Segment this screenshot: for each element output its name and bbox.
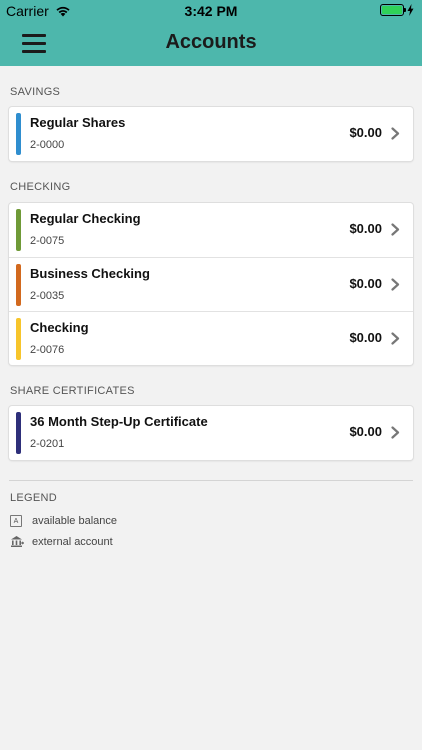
page-title: Accounts [165,31,257,53]
account-number: 2-0201 [30,438,65,450]
app-header: Carrier 3:42 PM Accounts [0,0,422,66]
account-color-bar [16,318,21,360]
section-label-share-certificates: SHARE CERTIFICATES [10,385,135,397]
bank-icon [11,536,24,547]
chevron-right-icon [391,332,400,345]
chevron-right-icon [391,127,400,140]
savings-card: Regular Shares 2-0000 $0.00 [9,107,413,161]
account-name: Checking [30,320,89,335]
account-number: 2-0076 [30,344,65,356]
chevron-right-icon [391,223,400,236]
status-time: 3:42 PM [184,3,238,19]
account-balance: $0.00 [349,330,382,345]
account-color-bar [16,412,21,454]
account-number: 2-0075 [30,235,65,247]
status-bar: Carrier 3:42 PM [0,0,422,22]
legend-item-external-account: external account [10,535,113,548]
account-row-regular-checking[interactable]: Regular Checking 2-0075 $0.00 [9,203,413,257]
chevron-right-icon [391,278,400,291]
account-balance: $0.00 [349,424,382,439]
section-label-savings: SAVINGS [10,86,61,98]
battery-icon [380,4,406,16]
legend-item-available-balance: A available balance [10,515,117,527]
account-name: 36 Month Step-Up Certificate [30,414,208,429]
chevron-right-icon [391,426,400,439]
account-balance: $0.00 [349,221,382,236]
account-row-checking[interactable]: Checking 2-0076 $0.00 [9,311,413,365]
available-balance-icon: A [10,515,22,527]
account-balance: $0.00 [349,276,382,291]
legend-text: available balance [32,515,118,527]
legend-label: LEGEND [10,492,58,504]
account-row-step-up-certificate[interactable]: 36 Month Step-Up Certificate 2-0201 $0.0… [9,406,413,460]
checking-card: Regular Checking 2-0075 $0.00 Business C… [9,203,413,365]
nav-bar: Accounts [0,22,422,66]
status-right [380,4,414,16]
account-name: Business Checking [30,266,150,281]
legend-text: external account [32,535,113,548]
account-number: 2-0035 [30,290,65,302]
account-color-bar [16,264,21,306]
account-balance: $0.00 [349,125,382,140]
legend-divider [9,480,413,481]
section-label-checking: CHECKING [10,181,71,193]
account-row-business-checking[interactable]: Business Checking 2-0035 $0.00 [9,257,413,311]
account-row-regular-shares[interactable]: Regular Shares 2-0000 $0.00 [9,107,413,161]
charging-bolt-icon [407,4,414,16]
certificates-card: 36 Month Step-Up Certificate 2-0201 $0.0… [9,406,413,460]
account-number: 2-0000 [30,139,65,151]
account-name: Regular Shares [30,115,126,130]
account-name: Regular Checking [30,211,141,226]
account-color-bar [16,209,21,251]
account-color-bar [16,113,21,155]
